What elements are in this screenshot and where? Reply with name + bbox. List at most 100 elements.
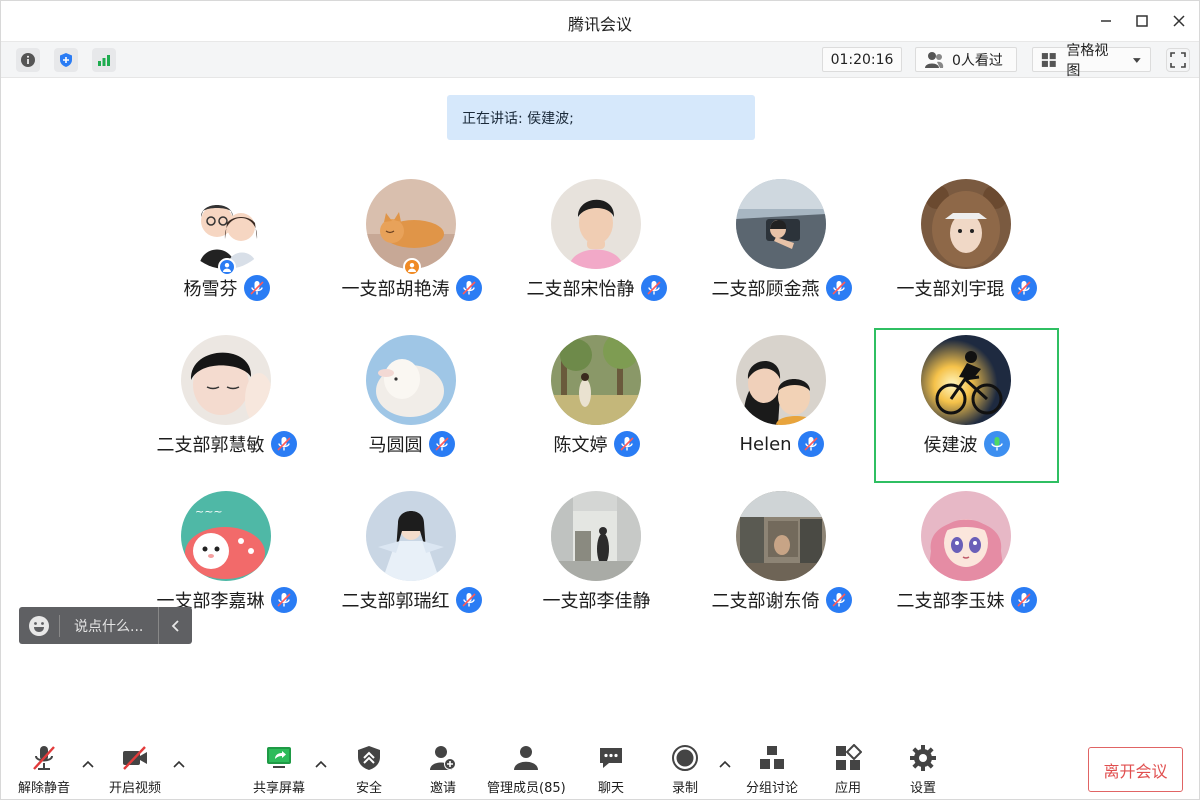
participant-tile[interactable]: 一支部刘宇琨 — [874, 172, 1059, 327]
record-icon — [672, 745, 698, 771]
mic-muted-indicator — [455, 587, 482, 613]
mic-muted-indicator — [270, 587, 297, 613]
participant-tile[interactable]: 马圆圆 — [319, 328, 504, 483]
participant-tile[interactable]: 二支部郭瑞红 — [319, 484, 504, 639]
mic-muted-icon — [1016, 593, 1031, 607]
participant-tile[interactable]: 二支部郭慧敏 — [134, 328, 319, 483]
avatar — [921, 179, 1011, 269]
participant-tile[interactable]: 二支部李玉妹 — [874, 484, 1059, 639]
participant-name-row: 二支部谢东倚 — [689, 587, 874, 613]
unmute-button[interactable]: 解除静音 — [18, 743, 70, 796]
share-options-caret[interactable] — [314, 757, 328, 771]
avatar — [736, 179, 826, 269]
chevron-left-icon — [171, 619, 179, 632]
mic-muted-indicator — [825, 587, 852, 613]
bottom-controls: 解除静音 开启视频 共享屏幕 安全 邀请 管理成员(85) 聊天 录制 分组讨论… — [1, 733, 1199, 799]
security-status-button[interactable] — [54, 48, 78, 72]
participant-tile[interactable]: 杨雪芬 — [134, 172, 319, 327]
mic-active-indicator — [983, 431, 1010, 457]
avatar — [736, 491, 826, 581]
mic-muted-icon — [619, 437, 634, 451]
network-status-button[interactable] — [92, 48, 116, 72]
fullscreen-icon — [1170, 52, 1186, 68]
participant-name: 二支部李玉妹 — [896, 591, 1005, 612]
chat-input[interactable]: 说点什么... — [60, 616, 158, 636]
close-button[interactable] — [1167, 9, 1191, 33]
meeting-info-button[interactable] — [16, 48, 40, 72]
collapse-chat-button[interactable] — [158, 607, 192, 644]
speaking-banner: 正在讲话: 侯建波; — [447, 95, 755, 140]
view-mode-label: 宫格视图 — [1066, 42, 1109, 79]
record-button[interactable]: 录制 — [670, 743, 700, 796]
record-label: 录制 — [671, 781, 698, 796]
emoji-button[interactable] — [19, 607, 59, 644]
maximize-button[interactable] — [1130, 9, 1154, 33]
speaking-text: 正在讲话: 侯建波; — [462, 110, 574, 127]
participant-name-row: 侯建波 — [876, 431, 1057, 457]
person-icon — [223, 263, 231, 272]
avatar-image — [921, 335, 1011, 425]
security-label: 安全 — [355, 781, 382, 796]
participant-name-row: 马圆圆 — [319, 431, 504, 457]
share-screen-button[interactable]: 共享屏幕 — [253, 743, 305, 796]
minimize-button[interactable] — [1094, 9, 1118, 33]
avatar-image — [181, 179, 271, 269]
security-button[interactable]: 安全 — [354, 743, 384, 796]
avatar — [551, 335, 641, 425]
fullscreen-button[interactable] — [1166, 48, 1190, 72]
participant-tile[interactable]: 陈文婷 — [504, 328, 689, 483]
participant-name: 二支部郭瑞红 — [341, 591, 450, 612]
participant-name: 马圆圆 — [368, 435, 423, 456]
settings-button[interactable]: 设置 — [908, 743, 938, 796]
participant-name: 一支部刘宇琨 — [896, 279, 1005, 300]
mic-muted-icon — [803, 437, 818, 451]
manage-members-button[interactable]: 管理成员(85) — [487, 743, 566, 796]
cohost-badge — [403, 258, 421, 276]
participant-tile[interactable]: 二支部宋怡静 — [504, 172, 689, 327]
leave-meeting-button[interactable]: 离开会议 — [1088, 747, 1183, 792]
start-video-label: 开启视频 — [109, 781, 162, 796]
mic-muted-icon — [276, 593, 291, 607]
participant-name-row: 一支部刘宇琨 — [874, 275, 1059, 301]
avatar-image — [551, 335, 641, 425]
avatar — [181, 335, 271, 425]
audio-options-caret[interactable] — [81, 757, 95, 771]
participant-tile[interactable]: 一支部胡艳涛 — [319, 172, 504, 327]
mic-muted-icon — [646, 281, 661, 295]
view-mode-dropdown[interactable]: 宫格视图 — [1032, 43, 1151, 79]
avatar — [366, 179, 456, 269]
participant-tile[interactable]: 侯建波 — [874, 328, 1059, 483]
mic-muted-indicator — [613, 431, 640, 457]
meeting-toolbar: 01:20:16 0人看过 宫格视图 — [1, 41, 1199, 79]
invite-button[interactable]: 邀请 — [428, 743, 458, 796]
start-video-button[interactable]: 开启视频 — [109, 743, 161, 796]
participant-name-row: 二支部宋怡静 — [504, 275, 689, 301]
mic-muted-indicator — [640, 275, 667, 301]
participant-tile[interactable]: 一支部李佳静 — [504, 484, 689, 639]
maximize-icon — [1136, 15, 1148, 27]
mic-muted-icon — [461, 593, 476, 607]
avatar: ~~~ — [181, 491, 271, 581]
breakout-button[interactable]: 分组讨论 — [746, 743, 798, 796]
participant-name: 二支部谢东倚 — [711, 591, 820, 612]
mic-muted-indicator — [428, 431, 455, 457]
participant-tile[interactable]: 二支部谢东倚 — [689, 484, 874, 639]
participant-tile[interactable]: 二支部顾金燕 — [689, 172, 874, 327]
signal-bars-icon — [98, 55, 110, 66]
video-options-caret[interactable] — [172, 757, 186, 771]
apps-button[interactable]: 应用 — [833, 743, 863, 796]
participant-name-row: Helen — [689, 431, 874, 457]
share-screen-icon — [267, 747, 291, 768]
chat-button[interactable]: 聊天 — [596, 743, 626, 796]
participant-name: 一支部李佳静 — [542, 591, 651, 612]
avatar — [181, 179, 271, 269]
avatar — [551, 491, 641, 581]
mic-muted-icon — [276, 437, 291, 451]
participant-tile[interactable]: Helen — [689, 328, 874, 483]
record-options-caret[interactable] — [718, 757, 732, 771]
share-screen-label: 共享屏幕 — [253, 781, 306, 796]
chevron-up-icon — [82, 760, 94, 768]
viewers-button[interactable]: 0人看过 — [915, 47, 1017, 72]
avatar — [736, 335, 826, 425]
avatar-image — [736, 179, 826, 269]
